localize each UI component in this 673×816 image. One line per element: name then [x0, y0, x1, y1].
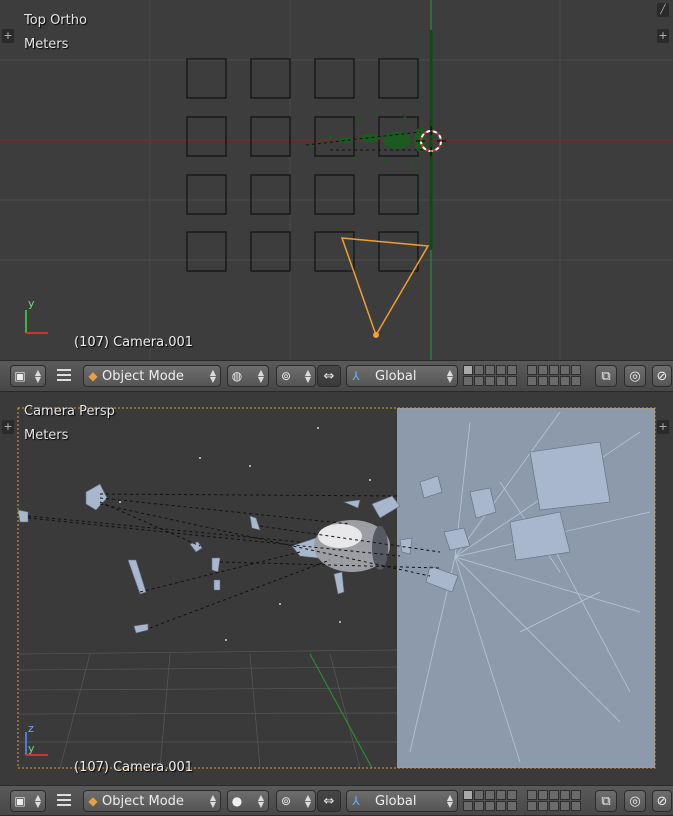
area-split-corner-icon[interactable]: ╱ [657, 3, 669, 17]
transform-orientation-icon: ⅄ [352, 369, 360, 383]
transform-orientation-selector[interactable]: ⅄ Global ▲ ▼ [346, 790, 458, 812]
top-viewport-header: ▣ ▲ ▼ ◆ Object Mode ▲ ▼ ◍ ▲ ▼ ⊚ ▲ ▼ ⇔ ⅄ Global … [0, 360, 673, 392]
scene-layers-group-2[interactable] [527, 365, 581, 387]
box-grid [186, 58, 419, 272]
viewport-shading-wire-icon: ◍ [231, 369, 243, 383]
camera-viewport-scene: z y [0, 392, 673, 785]
editor-type-selector[interactable]: ▣ ▲ ▼ [10, 790, 46, 812]
updown-arrow-icon: ▲ ▼ [304, 793, 311, 809]
snap-button[interactable]: ⊘ [652, 365, 672, 387]
menu-icon[interactable] [57, 794, 71, 806]
updown-arrow-icon: ▲ ▼ [257, 368, 264, 384]
updown-arrow-icon: ▲ ▼ [34, 368, 41, 384]
viewport-shading-selector[interactable]: ◍ ▲ ▼ [227, 365, 269, 387]
editor-type-selector[interactable]: ▣ ▲ ▼ [10, 365, 46, 387]
object-mode-cube-icon: ◆ [88, 794, 98, 808]
mode-label: Object Mode [102, 793, 184, 809]
axis-gizmo: y [25, 297, 48, 334]
updown-arrow-icon: ▲ ▼ [209, 368, 216, 384]
object-mode-cube-icon: ◆ [88, 369, 98, 383]
top-viewport-scene: y [0, 0, 673, 360]
scene-layers-group-1[interactable] [463, 365, 517, 387]
properties-plus-icon[interactable]: + [657, 29, 669, 43]
axis-y-label: y [28, 742, 35, 755]
properties-plus-icon[interactable]: + [657, 420, 669, 434]
bottom-viewport-header: ▣ ▲ ▼ ◆ Object Mode ▲ ▼ ● ▲ ▼ ⊚ ▲ ▼ ⇔ ⅄ Global … [0, 785, 673, 816]
snap-icon: ⊘ [656, 368, 668, 384]
active-object-info: (107) Camera.001 [74, 760, 194, 775]
active-object-info: (107) Camera.001 [74, 335, 194, 350]
units-label: Meters [24, 428, 69, 443]
proportional-edit-button[interactable]: ◎ [624, 790, 646, 812]
mode-label: Object Mode [102, 368, 184, 384]
updown-arrow-icon: ▲ ▼ [446, 793, 453, 809]
viewport-shading-solid-icon: ● [231, 794, 243, 808]
transform-orientation-icon: ⅄ [352, 794, 360, 808]
updown-arrow-icon: ▲ ▼ [446, 368, 453, 384]
view3d-editor-icon: ▣ [14, 794, 26, 808]
transform-orientation-selector[interactable]: ⅄ Global ▲ ▼ [346, 365, 458, 387]
scene-layers-group-2[interactable] [527, 790, 581, 812]
updown-arrow-icon: ▲ ▼ [304, 368, 311, 384]
snap-button[interactable]: ⊘ [652, 790, 672, 812]
manipulator-icon: ⇔ [323, 793, 335, 809]
toolshelf-plus-icon[interactable]: + [2, 29, 14, 43]
view-name-label: Top Ortho [24, 13, 87, 28]
proportional-edit-button[interactable]: ◎ [624, 365, 646, 387]
pivot-point-icon: ⊚ [280, 794, 292, 808]
lock-camera-button[interactable]: ⧉ [595, 790, 617, 812]
axis-z-label: z [28, 722, 34, 735]
pivot-point-icon: ⊚ [280, 369, 292, 383]
menu-icon[interactable] [57, 369, 71, 381]
render-layer-icon: ⧉ [601, 368, 611, 384]
lock-camera-button[interactable]: ⧉ [595, 365, 617, 387]
orientation-label: Global [375, 368, 417, 384]
axis-y-label: y [28, 297, 35, 310]
toolshelf-plus-icon[interactable]: + [2, 420, 14, 434]
snap-icon: ⊘ [656, 793, 668, 809]
pivot-point-selector[interactable]: ⊚ ▲ ▼ [276, 790, 316, 812]
units-label: Meters [24, 37, 69, 52]
glass-wall [397, 408, 655, 768]
view3d-editor-icon: ▣ [14, 369, 26, 383]
pivot-point-selector[interactable]: ⊚ ▲ ▼ [276, 365, 316, 387]
updown-arrow-icon: ▲ ▼ [34, 793, 41, 809]
updown-arrow-icon: ▲ ▼ [209, 793, 216, 809]
projectile-object [314, 520, 390, 572]
viewport-shading-selector[interactable]: ● ▲ ▼ [227, 790, 269, 812]
updown-arrow-icon: ▲ ▼ [257, 793, 264, 809]
manipulator-icon: ⇔ [323, 368, 335, 384]
orientation-label: Global [375, 793, 417, 809]
mode-selector[interactable]: ◆ Object Mode ▲ ▼ [83, 790, 221, 812]
camera-persp-viewport[interactable]: z y Camera Persp Meters (107) Camera.001… [0, 392, 673, 785]
manipulator-toggle[interactable]: ⇔ [317, 365, 341, 387]
view-name-label: Camera Persp [24, 404, 115, 419]
manipulator-toggle[interactable]: ⇔ [317, 790, 341, 812]
top-ortho-viewport[interactable]: y Top Ortho Meters (107) Camera.001 + ╱ … [0, 0, 673, 360]
render-layer-icon: ⧉ [601, 793, 611, 809]
proportional-edit-icon: ◎ [629, 368, 641, 384]
mode-selector[interactable]: ◆ Object Mode ▲ ▼ [83, 365, 221, 387]
camera-object [340, 237, 430, 338]
scene-layers-group-1[interactable] [463, 790, 517, 812]
proportional-edit-icon: ◎ [629, 793, 641, 809]
debris-particles [310, 110, 426, 167]
